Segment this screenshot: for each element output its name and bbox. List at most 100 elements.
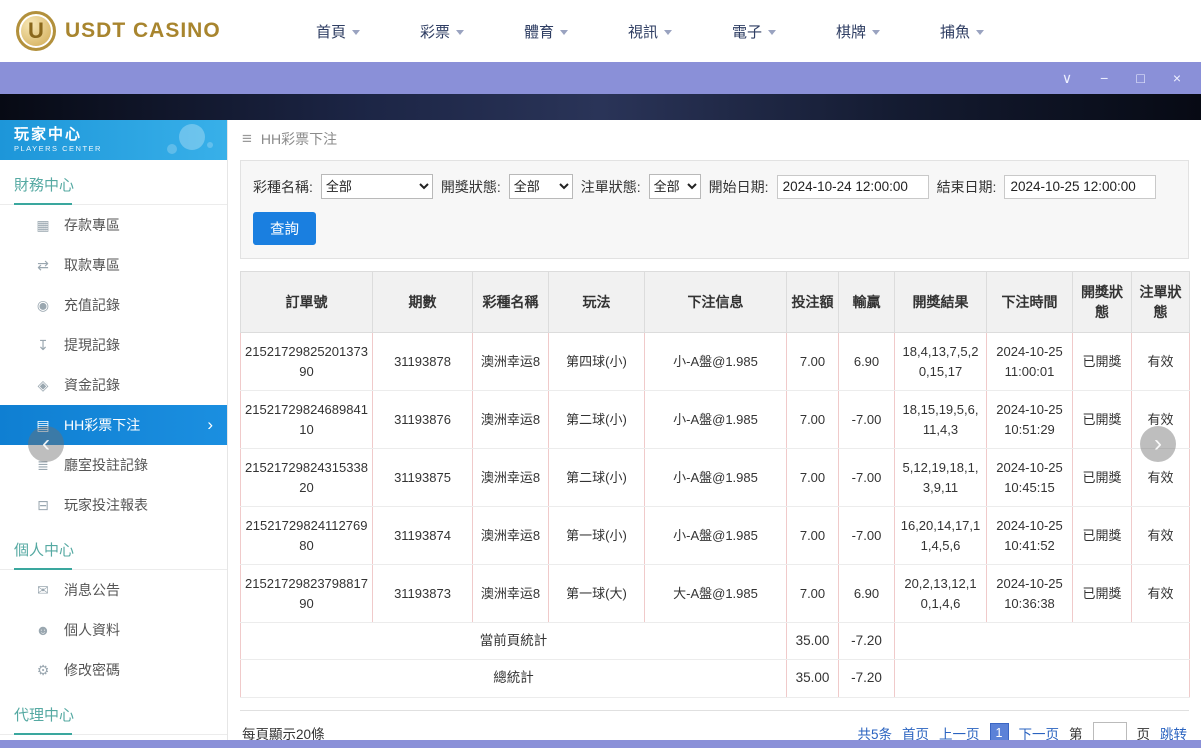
sidebar-item-recharge-records[interactable]: ◉ 充值記錄 [0, 285, 227, 325]
cell-draw-status: 已開獎 [1072, 448, 1132, 507]
cell-order-id: 2152172982431533820 [240, 448, 373, 507]
jump-prefix-label: 第 [1069, 726, 1083, 741]
cell-draw-result: 18,15,19,5,6,11,4,3 [894, 390, 987, 449]
cell-draw-status: 已開獎 [1072, 390, 1132, 449]
filter-panel: 彩種名稱: 全部 開獎狀態: 全部 注單狀態: 全部 開始日期: 結束日期: 查… [240, 160, 1189, 259]
sidebar-item-label: 存款專區 [64, 217, 120, 233]
cell-order-status: 有效 [1131, 332, 1190, 391]
cell-order-id: 2152172982520137390 [240, 332, 373, 391]
end-date-input[interactable] [1004, 174, 1157, 199]
column-header-lottery-name: 彩種名稱 [472, 271, 549, 333]
cell-draw-result: 18,4,13,7,5,20,15,17 [894, 332, 987, 391]
nav-item-fishing[interactable]: 捕魚 [910, 21, 1014, 42]
sidebar-item-withdrawal-records[interactable]: ↧ 提現記錄 [0, 325, 227, 365]
cell-win-loss: -7.00 [838, 506, 895, 565]
cell-bet-info: 小-A盤@1.985 [644, 390, 787, 449]
total-count: 共5条 [857, 726, 892, 741]
withdrawal-record-icon: ↧ [37, 336, 49, 353]
cell-period: 31193875 [372, 448, 473, 507]
page-jump-input[interactable] [1092, 721, 1127, 740]
scroll-right-button[interactable]: › [1140, 426, 1176, 462]
window-close-icon[interactable]: × [1173, 71, 1181, 85]
nav-item-slots[interactable]: 電子 [702, 21, 806, 42]
sidebar-item-withdraw[interactable]: ⇄ 取款專區 [0, 245, 227, 285]
cell-play-type: 第四球(小) [548, 332, 645, 391]
sidebar-item-label: 廳室投註記錄 [64, 457, 148, 473]
sidebar-item-funds-records[interactable]: ◈ 資金記錄 [0, 365, 227, 405]
draw-status-label: 開獎狀態: [440, 178, 501, 195]
profile-icon: ☻ [35, 622, 51, 638]
cell-bet-amount: 7.00 [786, 506, 839, 565]
start-date-input[interactable] [776, 174, 929, 199]
table-row: 2152172982379881790 31193873 澳洲幸运8 第一球(大… [240, 564, 1190, 623]
sidebar-item-announcements[interactable]: ✉ 消息公告 [0, 570, 227, 610]
jump-suffix-label: 页 [1136, 726, 1151, 741]
window-minimize-icon[interactable]: − [1100, 71, 1108, 85]
next-page-link[interactable]: 下一页 [1019, 723, 1060, 741]
sidebar-item-label: 資金記錄 [64, 377, 120, 393]
section-agent-center: 代理中心 [0, 704, 227, 735]
logo[interactable]: U USDT CASINO [16, 11, 248, 51]
end-date-label: 結束日期: [936, 178, 997, 195]
cell-win-loss: 6.90 [838, 564, 895, 623]
jump-button[interactable]: 跳转 [1160, 723, 1187, 741]
cell-bet-info: 大-A盤@1.985 [644, 564, 787, 623]
breadcrumb: ≡ HH彩票下注 [228, 120, 1201, 158]
draw-status-select[interactable]: 全部 [508, 174, 573, 199]
main-nav: 首頁 彩票 體育 視訊 電子 棋牌 捕魚 [286, 21, 1014, 42]
section-personal-center: 個人中心 [0, 539, 227, 570]
page-summary-row: 當前頁統計 35.00 -7.20 [240, 621, 1190, 661]
cell-bet-info: 小-A盤@1.985 [644, 448, 787, 507]
sidebar-item-change-password[interactable]: ⚙ 修改密碼 [0, 650, 227, 690]
sidebar-title: 玩家中心 [14, 126, 83, 143]
cell-period: 31193876 [372, 390, 473, 449]
first-page-link[interactable]: 首页 [902, 723, 929, 741]
nav-item-card-games[interactable]: 棋牌 [806, 21, 910, 42]
cell-bet-info: 小-A盤@1.985 [644, 506, 787, 565]
nav-item-lottery[interactable]: 彩票 [390, 21, 494, 42]
current-page[interactable]: 1 [989, 723, 1009, 740]
logo-coin-icon: U [16, 11, 56, 51]
cell-win-loss: 6.90 [838, 332, 895, 391]
order-status-select[interactable]: 全部 [648, 174, 701, 199]
lottery-name-select[interactable]: 全部 [320, 174, 433, 199]
nav-item-live-video[interactable]: 視訊 [598, 21, 702, 42]
window-maximize-icon[interactable]: □ [1136, 71, 1144, 85]
scroll-left-button[interactable]: ‹ [28, 426, 64, 462]
cell-draw-result: 16,20,14,17,11,4,5,6 [894, 506, 987, 565]
column-header-bet-amount: 投注額 [786, 271, 839, 333]
summary-win-loss: -7.20 [838, 659, 895, 698]
window-bottom-frame [0, 740, 1201, 748]
chevron-down-icon [976, 29, 984, 35]
cell-bet-amount: 7.00 [786, 332, 839, 391]
column-header-order-status: 注單狀態 [1131, 271, 1190, 333]
sidebar-item-label: 修改密碼 [64, 662, 120, 678]
cell-lottery-name: 澳洲幸运8 [472, 564, 549, 623]
window-dropdown-icon[interactable]: ∨ [1062, 71, 1072, 85]
sidebar-item-deposit[interactable]: ▦ 存款專區 [0, 205, 227, 245]
sidebar-header: 玩家中心 PLAYERS CENTER [0, 120, 227, 160]
cell-order-id: 2152172982411276980 [240, 506, 373, 565]
prev-page-link[interactable]: 上一页 [939, 723, 980, 741]
decorative-banner [0, 94, 1201, 120]
order-status-label: 注單狀態: [580, 178, 641, 195]
sidebar-item-player-bet-report[interactable]: ⊟ 玩家投注報表 [0, 485, 227, 525]
sidebar-item-profile[interactable]: ☻ 個人資料 [0, 610, 227, 650]
bets-table: 訂單號 期數 彩種名稱 玩法 下注信息 投注額 輸贏 開獎結果 下注時間 開獎狀… [240, 271, 1190, 698]
cell-bet-time: 2024-10-25 10:36:38 [986, 564, 1073, 623]
nav-item-home[interactable]: 首頁 [286, 21, 390, 42]
summary-empty [894, 621, 1190, 661]
nav-item-label: 捕魚 [939, 23, 970, 41]
cell-win-loss: -7.00 [838, 448, 895, 507]
cell-play-type: 第二球(小) [548, 390, 645, 449]
summary-win-loss: -7.20 [838, 621, 895, 661]
nav-item-label: 首頁 [315, 23, 346, 41]
main-content: ≡ HH彩票下注 彩種名稱: 全部 開獎狀態: 全部 注單狀態: 全部 開始日期… [228, 120, 1201, 740]
hamburger-menu-icon[interactable]: ≡ [242, 129, 252, 149]
nav-item-sports[interactable]: 體育 [494, 21, 598, 42]
pagination: 共5条 首页 上一页 1 下一页 第 页 跳转 [857, 721, 1187, 741]
cell-period: 31193873 [372, 564, 473, 623]
nav-item-label: 棋牌 [835, 23, 866, 41]
window-titlebar: ∨ − □ × [0, 62, 1201, 94]
search-button[interactable]: 查詢 [253, 212, 316, 245]
